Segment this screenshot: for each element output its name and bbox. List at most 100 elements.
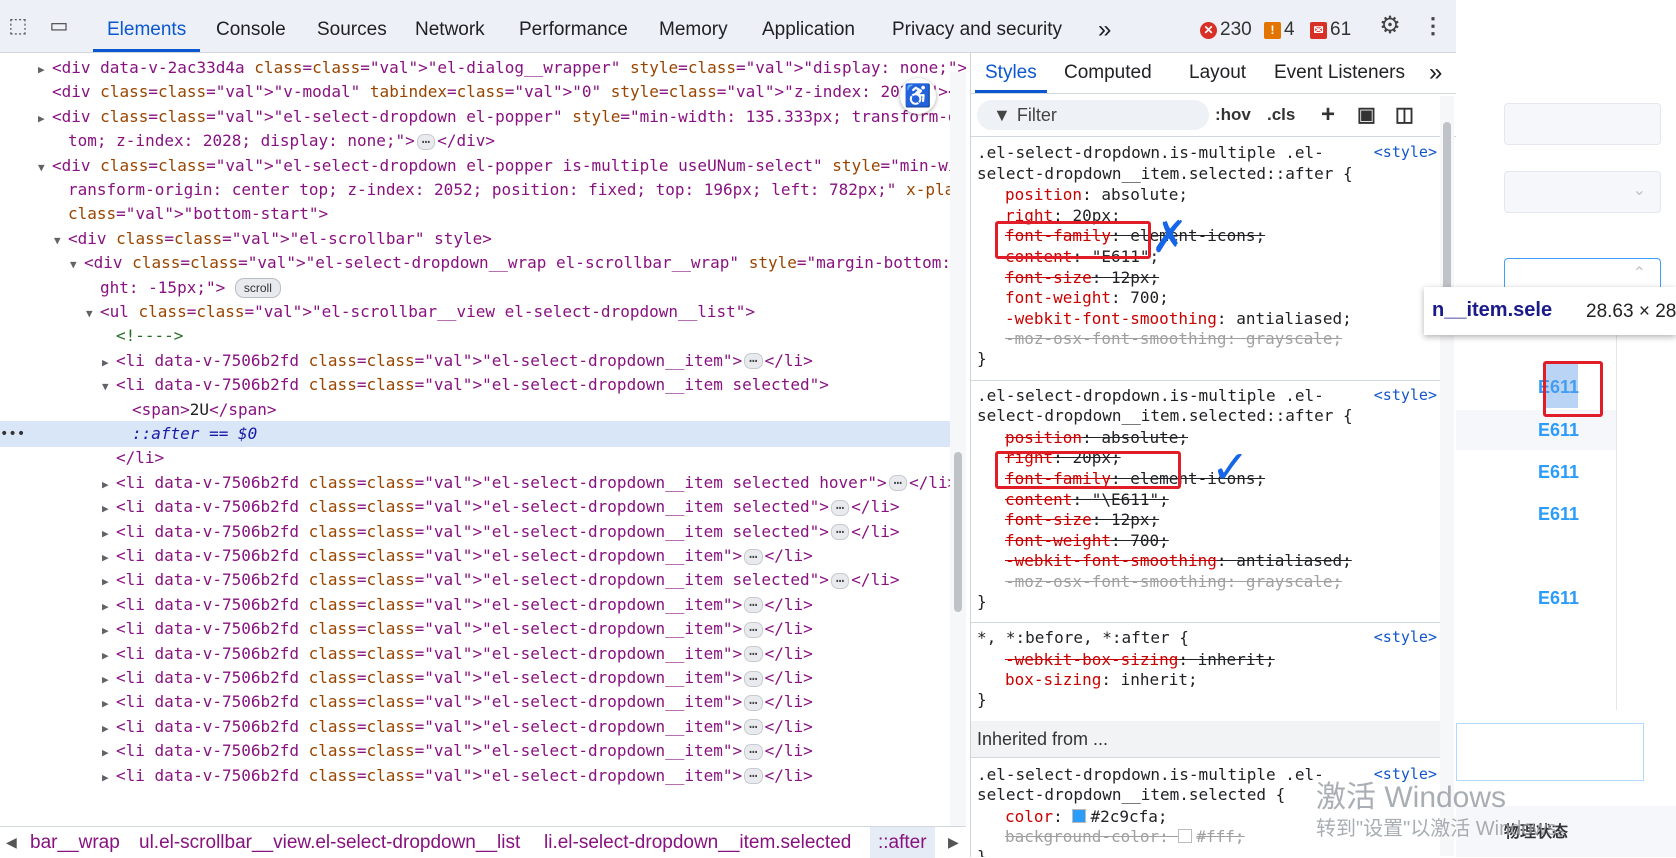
collapsed-ellipsis[interactable]: …	[744, 693, 763, 711]
dom-tree-line[interactable]: ▶ <li data-v-7506b2fd class=class="val">"…	[0, 567, 966, 593]
tab-network[interactable]: Network	[415, 0, 485, 52]
rule-selector-cont[interactable]: select-dropdown__item.selected {	[977, 785, 1285, 804]
style-rule[interactable]: .el-select-dropdown.is-multiple .el- <sty…	[971, 380, 1441, 624]
css-property[interactable]: -webkit-font-smoothing: antialiased;	[1005, 550, 1352, 571]
css-property[interactable]: -moz-osx-font-smoothing: grayscale;	[1005, 571, 1342, 592]
tab-performance[interactable]: Performance	[519, 0, 628, 52]
rule-selector[interactable]: .el-select-dropdown.is-multiple .el-	[977, 765, 1324, 784]
tab-layout[interactable]: Layout	[1189, 53, 1246, 93]
tab-application[interactable]: Application	[762, 0, 855, 52]
tab-styles[interactable]: Styles	[975, 53, 1047, 93]
inspect-element-icon[interactable]: ⬚	[5, 14, 31, 38]
collapsed-ellipsis[interactable]: …	[744, 742, 763, 760]
collapsed-ellipsis[interactable]: …	[744, 620, 763, 638]
styles-more-tabs-button[interactable]: »	[1429, 53, 1442, 93]
dom-tree-line[interactable]: ▼ <div class=class="val">"el-select-dropd…	[0, 250, 966, 276]
tab-privacy-security[interactable]: Privacy and security	[892, 0, 1062, 52]
color-swatch[interactable]	[1178, 829, 1193, 844]
breadcrumb-after[interactable]: ::after	[870, 827, 935, 858]
warning-count-badge[interactable]: ! 4	[1264, 18, 1295, 42]
dom-tree-line[interactable]: ▶ <li data-v-7506b2fd class=class="val">"…	[0, 641, 966, 667]
tab-elements[interactable]: Elements	[92, 0, 201, 52]
hover-state-toggle[interactable]: :hov	[1215, 100, 1251, 130]
collapsed-ellipsis[interactable]: …	[744, 595, 763, 614]
more-tabs-button[interactable]: »	[1098, 0, 1111, 52]
dom-tree-line[interactable]: ght: -15px;"> scroll	[0, 275, 966, 301]
tab-computed[interactable]: Computed	[1064, 53, 1152, 93]
dom-tree-line[interactable]: class="val">"bottom-start">	[0, 201, 966, 227]
error-count-badge[interactable]: ✕ 230	[1200, 18, 1252, 42]
dom-tree-line[interactable]: <span>2U</span>	[0, 397, 966, 423]
color-swatch[interactable]	[1072, 808, 1087, 823]
class-toggle[interactable]: .cls	[1267, 100, 1295, 130]
rule-selector-cont[interactable]: select-dropdown__item.selected::after {	[977, 406, 1353, 425]
style-rule[interactable]: *, *:before, *:after {<style> -webkit-box…	[971, 622, 1441, 722]
settings-gear-icon[interactable]: ⚙	[1377, 14, 1403, 38]
collapsed-ellipsis[interactable]: …	[830, 522, 850, 541]
more-options-icon[interactable]: ⋮	[1420, 14, 1446, 38]
elements-scrollbar-thumb[interactable]	[954, 452, 962, 612]
dom-tree-line[interactable]: ▶ <li data-v-7506b2fd class=class="val">"…	[0, 616, 966, 642]
dom-tree-line[interactable]: ▶ <li data-v-7506b2fd class=class="val">"…	[0, 592, 966, 618]
tab-console[interactable]: Console	[216, 0, 286, 52]
collapsed-ellipsis[interactable]: …	[830, 498, 850, 516]
collapsed-ellipsis[interactable]: …	[416, 132, 436, 150]
collapsed-ellipsis[interactable]: …	[744, 547, 763, 565]
rule-selector[interactable]: .el-select-dropdown.is-multiple .el-	[977, 143, 1324, 162]
page-select-1[interactable]: ⌄	[1504, 171, 1661, 213]
device-toolbar-icon[interactable]: ▭	[46, 14, 72, 38]
dom-tree-line[interactable]: ▶ <li data-v-7506b2fd class=class="val">"…	[0, 348, 966, 374]
rule-selector[interactable]: *, *:before, *:after {	[977, 628, 1189, 647]
dom-tree-line[interactable]: <!---->	[0, 323, 966, 349]
dom-tree-line[interactable]: ▶ <li data-v-7506b2fd class=class="val">"…	[0, 763, 966, 789]
collapsed-ellipsis[interactable]: …	[888, 473, 908, 492]
breadcrumb-ul[interactable]: ul.el-scrollbar__view.el-select-dropdown…	[139, 827, 520, 858]
css-property[interactable]: content: "\E611";	[1005, 489, 1169, 510]
dom-tree-line[interactable]: ▶ <li data-v-7506b2fd class=class="val">"…	[0, 714, 966, 740]
css-property[interactable]: position: absolute;	[1005, 184, 1188, 205]
rule-source-link[interactable]: <style>	[1374, 628, 1437, 646]
issue-count-badge[interactable]: ✉ 61	[1310, 18, 1351, 42]
new-style-rule-icon[interactable]: +	[1321, 100, 1335, 130]
tab-event-listeners[interactable]: Event Listeners	[1274, 53, 1405, 93]
dropdown-option-icon-text[interactable]: E611	[1538, 588, 1579, 609]
dom-tree-line[interactable]: <div class=class="val">"v-modal" tabinde…	[0, 79, 966, 105]
css-property[interactable]: font-size: 12px;	[1005, 267, 1159, 288]
elements-scrollbar[interactable]	[950, 72, 966, 826]
collapsed-ellipsis[interactable]: …	[744, 669, 763, 687]
styles-filter-input[interactable]: ▼ Filter	[977, 100, 1209, 130]
scroll-badge[interactable]: scroll	[234, 278, 281, 299]
dom-tree-line[interactable]: ▶ <li data-v-7506b2fd class=class="val">"…	[0, 470, 966, 496]
dom-tree-line[interactable]: ▼ <ul class=class="val">"el-scrollbar__vi…	[0, 299, 966, 325]
dom-tree-line[interactable]: ▶ <li data-v-7506b2fd class=class="val">"…	[0, 738, 966, 764]
dropdown-option-icon-text[interactable]: E611	[1538, 462, 1579, 483]
tab-sources[interactable]: Sources	[317, 0, 387, 52]
css-property[interactable]: position: absolute;	[1005, 427, 1188, 448]
dom-tree-line[interactable]: </li>	[0, 445, 966, 471]
collapsed-ellipsis[interactable]: …	[830, 571, 850, 589]
dom-tree-line[interactable]: ▼ <div class=class="val">"el-scrollbar" s…	[0, 226, 966, 252]
collapsed-ellipsis[interactable]: …	[744, 351, 763, 370]
dom-tree-line[interactable]: ransform-origin: center top; z-index: 20…	[0, 177, 966, 203]
accessibility-tree-button[interactable]: ♿	[900, 78, 936, 114]
dom-tree-line[interactable]: tom; z-index: 2028; display: none;">… </d…	[0, 128, 966, 154]
collapsed-ellipsis[interactable]: …	[744, 717, 763, 736]
collapsed-ellipsis[interactable]: …	[744, 644, 763, 663]
rule-source-link[interactable]: <style>	[1374, 143, 1437, 161]
dom-tree-line[interactable]: ▶ <li data-v-7506b2fd class=class="val">"…	[0, 519, 966, 545]
breadcrumb-li[interactable]: li.el-select-dropdown__item.selected	[544, 827, 851, 858]
css-property[interactable]: -moz-osx-font-smoothing: grayscale;	[1005, 328, 1342, 349]
rule-selector-cont[interactable]: select-dropdown__item.selected::after {	[977, 164, 1353, 183]
dom-tree-line[interactable]: ▶ <div data-v-2ac33d4a class=class="val">…	[0, 55, 966, 81]
page-input-1[interactable]	[1504, 103, 1661, 145]
breadcrumb-scroll-right-icon[interactable]: ▶	[948, 827, 959, 858]
dom-tree-line[interactable]: ▼ <div class=class="val">"el-select-dropd…	[0, 153, 966, 179]
css-property[interactable]: -webkit-font-smoothing: antialiased;	[1005, 308, 1352, 329]
dropdown-option-icon-text[interactable]: E611	[1538, 504, 1579, 525]
collapsed-ellipsis[interactable]: …	[744, 766, 763, 785]
dom-tree-line[interactable]: ▶ <li data-v-7506b2fd class=class="val">"…	[0, 543, 966, 569]
toggle-sidebar-icon[interactable]: ◫	[1395, 100, 1414, 130]
css-property[interactable]: background-color: #fff;	[1005, 826, 1245, 847]
styles-scrollbar[interactable]	[1440, 96, 1454, 856]
dom-tree-line[interactable]: ▶ <li data-v-7506b2fd class=class="val">"…	[0, 665, 966, 691]
